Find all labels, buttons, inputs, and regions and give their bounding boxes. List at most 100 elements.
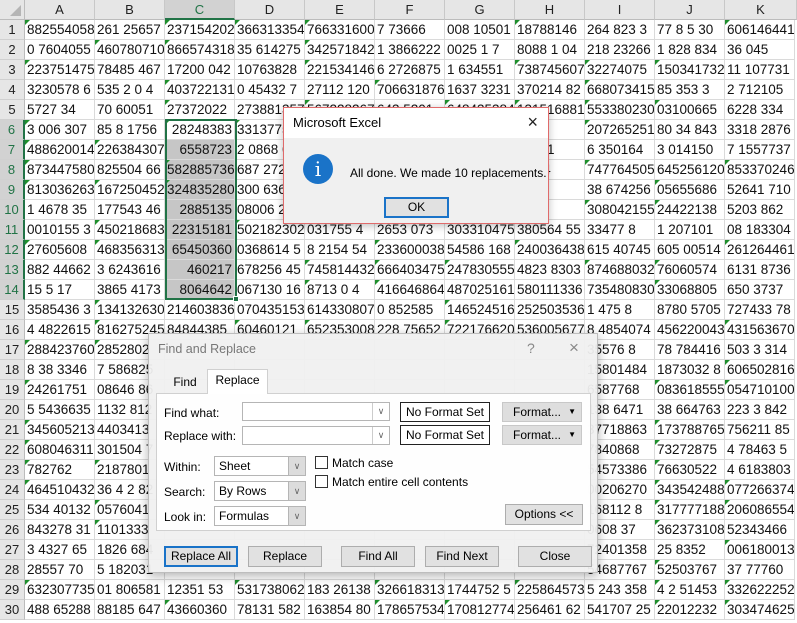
cell-K25[interactable]: 206086554 (725, 500, 795, 520)
cell-A22[interactable]: 608046311 (25, 440, 95, 460)
cell-B8[interactable]: 825504 66 (95, 160, 165, 180)
row-header-18[interactable]: 18 (0, 360, 25, 380)
cell-B14[interactable]: 3865 4173 (95, 280, 165, 300)
cell-F29[interactable]: 326618313 (375, 580, 445, 600)
cell-A26[interactable]: 843278 31 (25, 520, 95, 540)
row-header-19[interactable]: 19 (0, 380, 25, 400)
column-header-G[interactable]: G (445, 0, 515, 20)
cell-F15[interactable]: 0 852585 (375, 300, 445, 320)
cell-A13[interactable]: 882 44662 (25, 260, 95, 280)
cell-J23[interactable]: 76630522 (655, 460, 725, 480)
row-header-27[interactable]: 27 (0, 540, 25, 560)
cell-I15[interactable]: 1 475 8 (585, 300, 655, 320)
row-header-14[interactable]: 14 (0, 280, 25, 300)
cell-J7[interactable]: 3 014150 (655, 140, 725, 160)
cell-K24[interactable]: 077266374 (725, 480, 795, 500)
row-header-7[interactable]: 7 (0, 140, 25, 160)
cell-K21[interactable]: 756211 85 (725, 420, 795, 440)
cell-I5[interactable]: 553380230 (585, 100, 655, 120)
cell-A27[interactable]: 3 4327 65 (25, 540, 95, 560)
ok-button[interactable]: OK (384, 197, 449, 218)
cell-I12[interactable]: 615 40745 (585, 240, 655, 260)
column-header-D[interactable]: D (235, 0, 305, 20)
find-next-button[interactable]: Find Next (425, 546, 499, 567)
row-header-3[interactable]: 3 (0, 60, 25, 80)
column-header-B[interactable]: B (95, 0, 165, 20)
cell-I4[interactable]: 668073415 (585, 80, 655, 100)
cell-A21[interactable]: 345605213 (25, 420, 95, 440)
cell-E14[interactable]: 8713 0 4 (305, 280, 375, 300)
cell-J25[interactable]: 317777188 (655, 500, 725, 520)
cell-H15[interactable]: 252503536 (515, 300, 585, 320)
row-header-21[interactable]: 21 (0, 420, 25, 440)
replace-all-button[interactable]: Replace All (164, 546, 238, 567)
cell-J6[interactable]: 80 34 843 (655, 120, 725, 140)
cell-F14[interactable]: 416646864 (375, 280, 445, 300)
cell-C11[interactable]: 22315181 (165, 220, 235, 240)
look-in-select[interactable]: Formulas ∨ (214, 506, 306, 526)
cell-G2[interactable]: 0025 1 7 (445, 40, 515, 60)
row-header-22[interactable]: 22 (0, 440, 25, 460)
cell-J27[interactable]: 25 8352 (655, 540, 725, 560)
search-select[interactable]: By Rows ∨ (214, 481, 306, 501)
cell-J13[interactable]: 76060574 (655, 260, 725, 280)
cell-A20[interactable]: 5 5436635 (25, 400, 95, 420)
row-header-23[interactable]: 23 (0, 460, 25, 480)
cell-C13[interactable]: 460217 (165, 260, 235, 280)
cell-D4[interactable]: 0 45432 7 (235, 80, 305, 100)
row-header-26[interactable]: 26 (0, 520, 25, 540)
cell-J19[interactable]: 083618555 (655, 380, 725, 400)
cell-A30[interactable]: 488 65288 (25, 600, 95, 620)
cell-J14[interactable]: 33068805 (655, 280, 725, 300)
cell-A24[interactable]: 464510432 (25, 480, 95, 500)
cell-F3[interactable]: 6 2726875 (375, 60, 445, 80)
cell-C6[interactable]: 28248383 (165, 120, 235, 140)
cell-J12[interactable]: 605 00514 (655, 240, 725, 260)
cell-H4[interactable]: 370214 82 (515, 80, 585, 100)
row-header-4[interactable]: 4 (0, 80, 25, 100)
cell-A3[interactable]: 223751475 (25, 60, 95, 80)
find-what-input[interactable]: ∨ (242, 402, 390, 421)
fill-handle[interactable] (233, 296, 239, 302)
replace-format-button[interactable]: Format... ▼ (502, 425, 582, 445)
column-header-C[interactable]: C (165, 0, 235, 20)
cell-B5[interactable]: 70 60051 (95, 100, 165, 120)
tab-replace[interactable]: Replace (207, 369, 268, 394)
cell-K15[interactable]: 727433 78 (725, 300, 795, 320)
cell-C10[interactable]: 2885135 (165, 200, 235, 220)
cell-E13[interactable]: 745814432 (305, 260, 375, 280)
cell-J3[interactable]: 150341732 (655, 60, 725, 80)
cell-K1[interactable]: 606146441 (725, 20, 795, 40)
match-case-checkbox[interactable] (315, 456, 328, 469)
cell-A17[interactable]: 288423760 (25, 340, 95, 360)
cell-C7[interactable]: 6558723 (165, 140, 235, 160)
cell-G13[interactable]: 247830555 (445, 260, 515, 280)
cell-K29[interactable]: 332622252 (725, 580, 795, 600)
cell-C3[interactable]: 17200 042 (165, 60, 235, 80)
cell-B1[interactable]: 261 25657 (95, 20, 165, 40)
cell-K6[interactable]: 3318 2876 (725, 120, 795, 140)
cell-F2[interactable]: 1 3866222 (375, 40, 445, 60)
cell-E12[interactable]: 8 2154 54 (305, 240, 375, 260)
cell-H1[interactable]: 18788146 (515, 20, 585, 40)
cell-B29[interactable]: 01 806581 (95, 580, 165, 600)
cell-C9[interactable]: 324835280 (165, 180, 235, 200)
cell-G12[interactable]: 54586 168 (445, 240, 515, 260)
cell-D12[interactable]: 0368614 5 (235, 240, 305, 260)
cell-C8[interactable]: 582885736 (165, 160, 235, 180)
cell-C5[interactable]: 27372022 (165, 100, 235, 120)
row-header-28[interactable]: 28 (0, 560, 25, 580)
cell-J17[interactable]: 78 784416 (655, 340, 725, 360)
cell-K9[interactable]: 52641 710 (725, 180, 795, 200)
cell-G15[interactable]: 146524516 (445, 300, 515, 320)
cell-E4[interactable]: 27112 120 (305, 80, 375, 100)
cell-J18[interactable]: 1873032 8 (655, 360, 725, 380)
cell-J11[interactable]: 1 207101 (655, 220, 725, 240)
cell-F30[interactable]: 178657534 (375, 600, 445, 620)
cell-G4[interactable]: 1637 3231 (445, 80, 515, 100)
cell-J28[interactable]: 52503767 (655, 560, 725, 580)
cell-I30[interactable]: 541707 25 (585, 600, 655, 620)
cell-F13[interactable]: 666403475 (375, 260, 445, 280)
cell-E30[interactable]: 163854 80 (305, 600, 375, 620)
cell-F12[interactable]: 233600038 (375, 240, 445, 260)
